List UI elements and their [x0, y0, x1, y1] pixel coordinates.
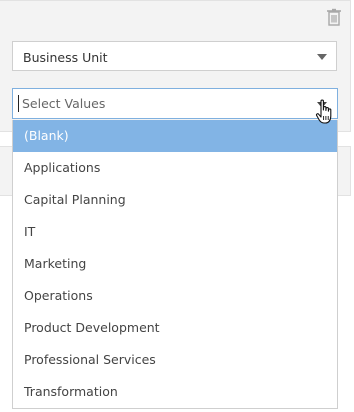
field-select-value: Business Unit	[23, 50, 108, 65]
hand-pointer-icon	[315, 99, 332, 124]
values-dropdown-list: (Blank) Applications Capital Planning IT Mar…	[12, 120, 338, 409]
dropdown-option[interactable]: (Blank)	[13, 120, 337, 152]
dropdown-option[interactable]: Applications	[13, 152, 337, 184]
trash-icon[interactable]	[326, 8, 342, 26]
dropdown-option[interactable]: IT	[13, 216, 337, 248]
values-input[interactable]: Select Values	[12, 88, 338, 119]
dropdown-option[interactable]: Operations	[13, 280, 337, 312]
dropdown-option[interactable]: Product Development	[13, 312, 337, 344]
values-placeholder: Select Values	[22, 96, 106, 111]
dropdown-option[interactable]: Marketing	[13, 248, 337, 280]
field-select[interactable]: Business Unit	[12, 41, 337, 71]
dropdown-option[interactable]: Transformation	[13, 376, 337, 408]
chevron-down-icon[interactable]	[317, 54, 327, 60]
dropdown-option[interactable]: Capital Planning	[13, 184, 337, 216]
text-cursor	[18, 95, 19, 112]
dropdown-option[interactable]: Professional Services	[13, 344, 337, 376]
